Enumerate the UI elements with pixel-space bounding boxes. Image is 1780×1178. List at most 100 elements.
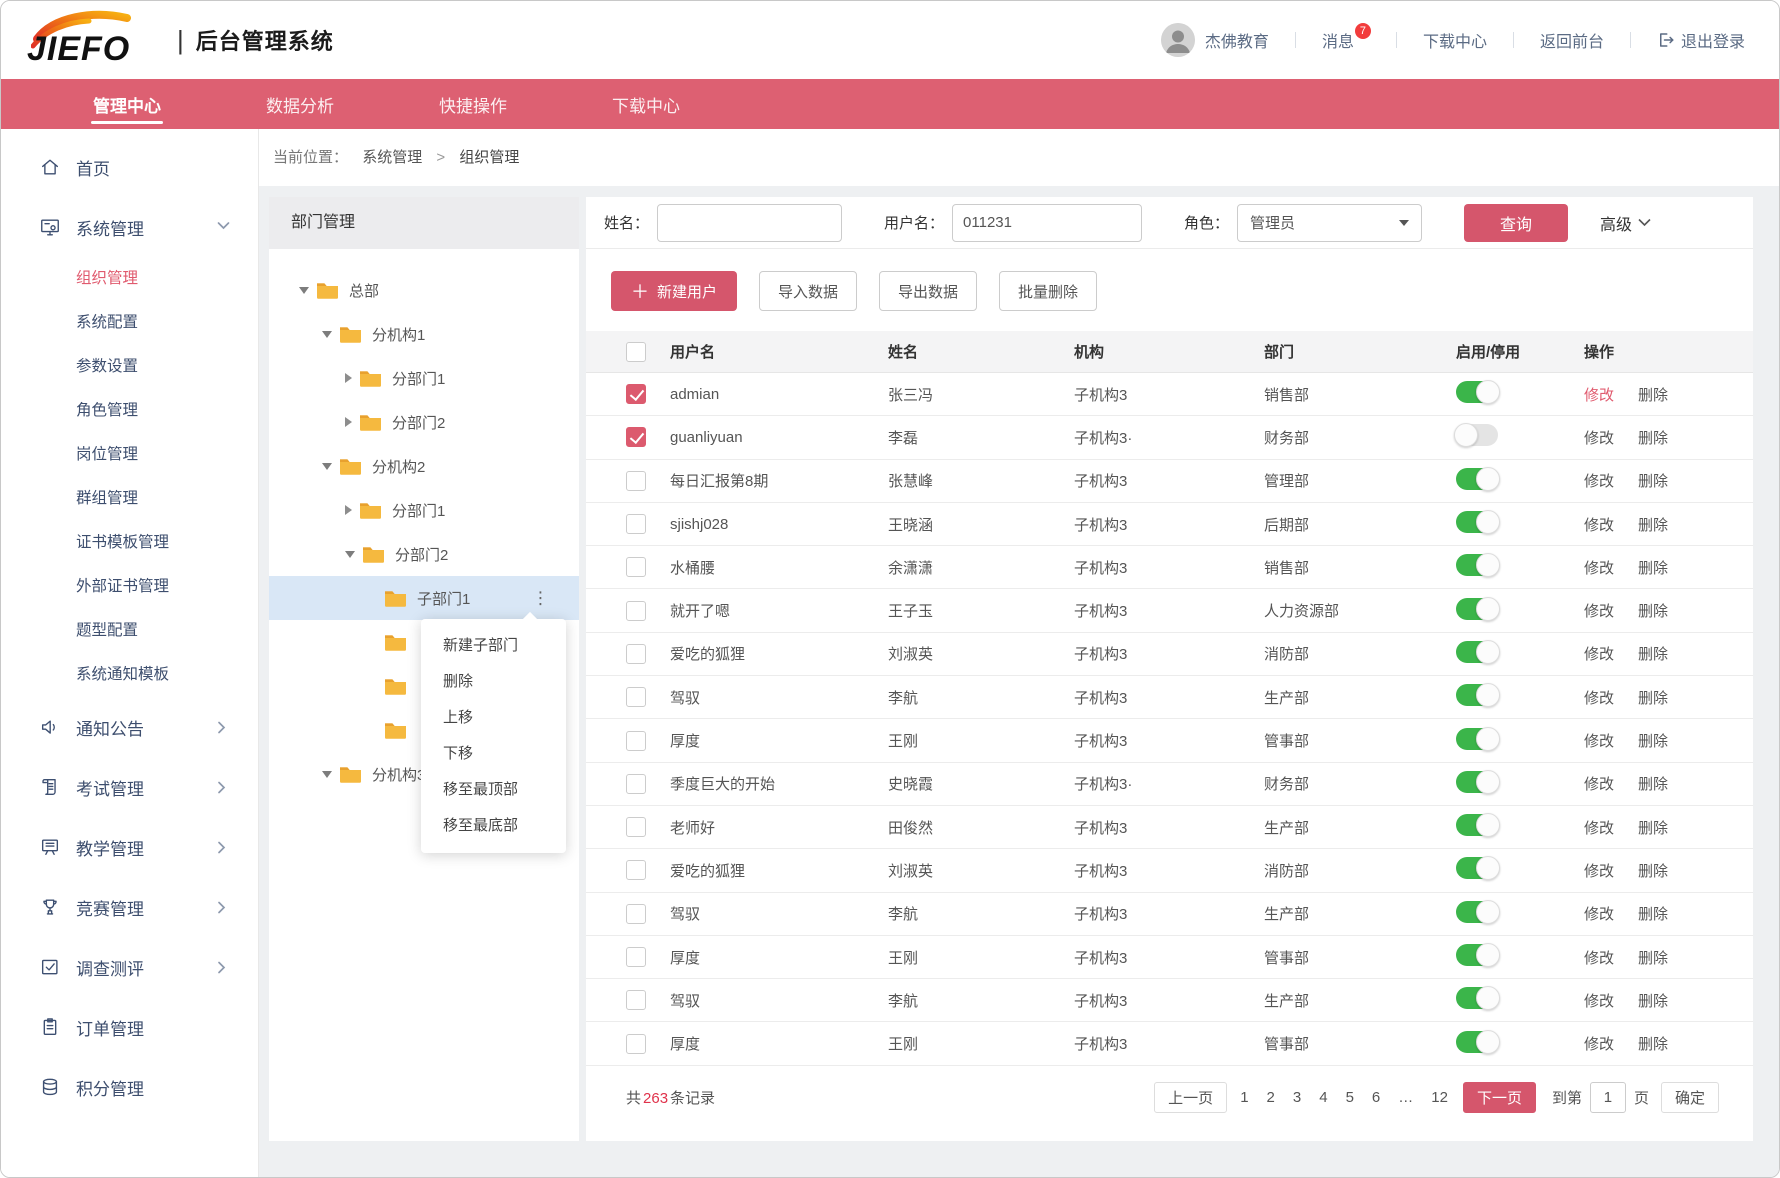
tree-expand-arrow-icon[interactable] bbox=[299, 287, 309, 294]
modify-link[interactable]: 修改 bbox=[1584, 950, 1614, 967]
delete-link[interactable]: 删除 bbox=[1638, 733, 1668, 750]
modify-link[interactable]: 修改 bbox=[1584, 776, 1614, 793]
sidebar-subitem-9[interactable]: 题型配置 bbox=[1, 609, 258, 653]
confirm-page-button[interactable]: 确定 bbox=[1661, 1082, 1719, 1113]
tree-expand-arrow-icon[interactable] bbox=[345, 551, 355, 558]
batch-delete-button[interactable]: 批量删除 bbox=[999, 271, 1097, 311]
context-menu-item-6[interactable]: 移至最底部 bbox=[421, 808, 566, 844]
row-checkbox[interactable] bbox=[626, 644, 646, 664]
download-center-link[interactable]: 下载中心 bbox=[1423, 28, 1487, 52]
modify-link[interactable]: 修改 bbox=[1584, 733, 1614, 750]
modify-link[interactable]: 修改 bbox=[1584, 690, 1614, 707]
modify-link[interactable]: 修改 bbox=[1584, 603, 1614, 620]
sidebar-item-6[interactable]: 竞赛管理 bbox=[1, 877, 258, 937]
page-number-12[interactable]: 12 bbox=[1422, 1089, 1457, 1106]
row-checkbox[interactable] bbox=[626, 774, 646, 794]
breadcrumb-section[interactable]: 系统管理 bbox=[362, 149, 422, 166]
enable-toggle[interactable] bbox=[1456, 987, 1498, 1009]
row-checkbox[interactable] bbox=[626, 427, 646, 447]
delete-link[interactable]: 删除 bbox=[1638, 560, 1668, 577]
tree-collapse-arrow-icon[interactable] bbox=[345, 373, 352, 383]
enable-toggle[interactable] bbox=[1456, 641, 1498, 663]
enable-toggle[interactable] bbox=[1456, 424, 1498, 446]
delete-link[interactable]: 删除 bbox=[1638, 603, 1668, 620]
goto-page-input[interactable] bbox=[1590, 1082, 1626, 1113]
name-filter-input[interactable] bbox=[657, 204, 842, 242]
modify-link[interactable]: 修改 bbox=[1584, 560, 1614, 577]
export-data-button[interactable]: 导出数据 bbox=[879, 271, 977, 311]
modify-link[interactable]: 修改 bbox=[1584, 993, 1614, 1010]
row-checkbox[interactable] bbox=[626, 860, 646, 880]
delete-link[interactable]: 删除 bbox=[1638, 387, 1668, 404]
enable-toggle[interactable] bbox=[1456, 511, 1498, 533]
page-number-2[interactable]: 2 bbox=[1258, 1089, 1284, 1106]
delete-link[interactable]: 删除 bbox=[1638, 517, 1668, 534]
sidebar-subitem-6[interactable]: 群组管理 bbox=[1, 477, 258, 521]
sidebar-subitem-10[interactable]: 系统通知模板 bbox=[1, 653, 258, 697]
tree-node[interactable]: 分部门2 bbox=[269, 532, 579, 576]
modify-link[interactable]: 修改 bbox=[1584, 473, 1614, 490]
delete-link[interactable]: 删除 bbox=[1638, 950, 1668, 967]
enable-toggle[interactable] bbox=[1456, 771, 1498, 793]
sidebar-item-1[interactable]: 首页 bbox=[1, 137, 258, 197]
delete-link[interactable]: 删除 bbox=[1638, 473, 1668, 490]
page-number-6[interactable]: 6 bbox=[1363, 1089, 1389, 1106]
sidebar-subitem-7[interactable]: 证书模板管理 bbox=[1, 521, 258, 565]
nav-tab-2[interactable]: 数据分析 bbox=[266, 79, 334, 129]
tree-node[interactable]: 分部门2 bbox=[269, 400, 579, 444]
sidebar-item-4[interactable]: 考试管理 bbox=[1, 757, 258, 817]
delete-link[interactable]: 删除 bbox=[1638, 863, 1668, 880]
page-number-3[interactable]: 3 bbox=[1284, 1089, 1310, 1106]
more-actions-icon[interactable]: ⋮ bbox=[532, 590, 549, 607]
page-number-5[interactable]: 5 bbox=[1337, 1089, 1363, 1106]
row-checkbox[interactable] bbox=[626, 1034, 646, 1054]
page-number-4[interactable]: 4 bbox=[1310, 1089, 1336, 1106]
tree-collapse-arrow-icon[interactable] bbox=[345, 417, 352, 427]
sidebar-subitem-5[interactable]: 岗位管理 bbox=[1, 433, 258, 477]
tree-expand-arrow-icon[interactable] bbox=[322, 771, 332, 778]
row-checkbox[interactable] bbox=[626, 731, 646, 751]
search-button[interactable]: 查询 bbox=[1464, 204, 1568, 242]
tree-collapse-arrow-icon[interactable] bbox=[345, 505, 352, 515]
delete-link[interactable]: 删除 bbox=[1638, 993, 1668, 1010]
modify-link[interactable]: 修改 bbox=[1584, 820, 1614, 837]
advanced-toggle[interactable]: 高级 bbox=[1600, 211, 1651, 235]
tree-node[interactable]: 分机构1 bbox=[269, 312, 579, 356]
delete-link[interactable]: 删除 bbox=[1638, 430, 1668, 447]
row-checkbox[interactable] bbox=[626, 514, 646, 534]
sidebar-item-3[interactable]: 通知公告 bbox=[1, 697, 258, 757]
nav-tab-1[interactable]: 管理中心 bbox=[93, 79, 161, 129]
modify-link[interactable]: 修改 bbox=[1584, 430, 1614, 447]
modify-link[interactable]: 修改 bbox=[1584, 906, 1614, 923]
delete-link[interactable]: 删除 bbox=[1638, 1036, 1668, 1053]
sidebar-item-8[interactable]: 订单管理 bbox=[1, 997, 258, 1057]
modify-link[interactable]: 修改 bbox=[1584, 863, 1614, 880]
enable-toggle[interactable] bbox=[1456, 598, 1498, 620]
modify-link[interactable]: 修改 bbox=[1584, 1036, 1614, 1053]
row-checkbox[interactable] bbox=[626, 557, 646, 577]
tree-node[interactable]: 分部门1 bbox=[269, 356, 579, 400]
user-menu[interactable]: 杰佛教育 bbox=[1161, 23, 1269, 57]
nav-tab-4[interactable]: 下载中心 bbox=[612, 79, 680, 129]
new-user-button[interactable]: ＋ 新建用户 bbox=[611, 271, 737, 311]
sidebar-item-9[interactable]: 积分管理 bbox=[1, 1057, 258, 1117]
nav-tab-3[interactable]: 快捷操作 bbox=[439, 79, 507, 129]
tree-expand-arrow-icon[interactable] bbox=[322, 463, 332, 470]
context-menu-item-5[interactable]: 移至最顶部 bbox=[421, 772, 566, 808]
import-data-button[interactable]: 导入数据 bbox=[759, 271, 857, 311]
enable-toggle[interactable] bbox=[1456, 381, 1498, 403]
messages-link[interactable]: 消息 7 bbox=[1322, 28, 1370, 52]
context-menu-item-1[interactable]: 新建子部门 bbox=[421, 628, 566, 664]
select-all-checkbox[interactable] bbox=[626, 342, 646, 362]
back-to-front-link[interactable]: 返回前台 bbox=[1540, 28, 1604, 52]
tree-node[interactable]: 分部门1 bbox=[269, 488, 579, 532]
tree-node[interactable]: 总部 bbox=[269, 268, 579, 312]
sidebar-item-5[interactable]: 教学管理 bbox=[1, 817, 258, 877]
enable-toggle[interactable] bbox=[1456, 1031, 1498, 1053]
enable-toggle[interactable] bbox=[1456, 857, 1498, 879]
username-filter-input[interactable] bbox=[952, 204, 1142, 242]
row-checkbox[interactable] bbox=[626, 947, 646, 967]
modify-link[interactable]: 修改 bbox=[1584, 646, 1614, 663]
enable-toggle[interactable] bbox=[1456, 901, 1498, 923]
row-checkbox[interactable] bbox=[626, 990, 646, 1010]
